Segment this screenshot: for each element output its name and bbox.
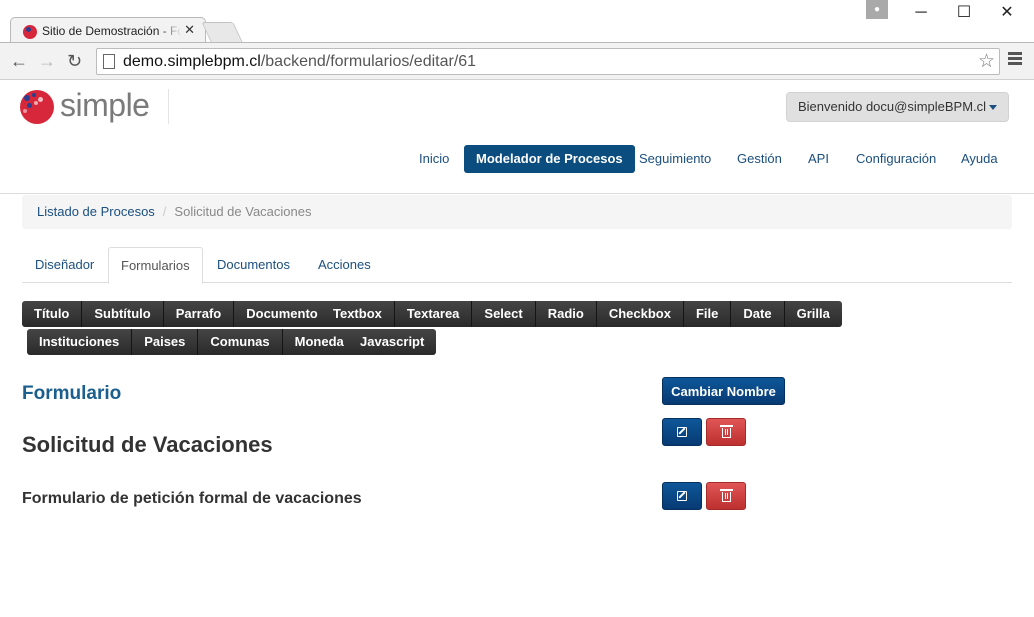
- add-paises-button[interactable]: Paises: [132, 329, 199, 355]
- new-tab-button[interactable]: [201, 22, 243, 42]
- add-radio-button[interactable]: Radio: [535, 301, 597, 327]
- trash-icon: [719, 425, 733, 438]
- nav-divider: [0, 193, 1034, 194]
- browser-tab[interactable]: Sitio de Demostración - Formularios ✕: [10, 17, 206, 43]
- add-titulo-button[interactable]: Título: [22, 301, 83, 327]
- page-content: simple Bienvenido docu@simpleBPM.cl Inic…: [0, 80, 1034, 617]
- nav-ayuda[interactable]: Ayuda: [961, 145, 998, 173]
- nav-api[interactable]: API: [808, 145, 829, 173]
- page-icon: [103, 54, 115, 69]
- add-select-button[interactable]: Select: [472, 301, 536, 327]
- browser-menu-icon[interactable]: [1008, 52, 1022, 67]
- breadcrumb: Listado de Procesos / Solicitud de Vacacio…: [22, 195, 1012, 229]
- tab-title: Sitio de Demostración - Formularios: [42, 24, 182, 38]
- form-element-title: Solicitud de Vacaciones: [22, 432, 273, 457]
- add-checkbox-button[interactable]: Checkbox: [596, 301, 684, 327]
- url-text[interactable]: demo.simplebpm.cl/backend/formularios/ed…: [123, 53, 476, 71]
- process-tabs: Diseñador Formularios Documentos Accione…: [22, 247, 1012, 284]
- tab-acciones[interactable]: Acciones: [306, 247, 383, 283]
- form-element-subtitle: Formulario de petición formal de vacacio…: [22, 490, 362, 507]
- favicon-icon: [23, 25, 37, 39]
- forward-arrow-icon[interactable]: →: [38, 51, 56, 72]
- close-tab-icon[interactable]: ✕: [184, 22, 195, 38]
- edit-icon: [677, 491, 687, 501]
- breadcrumb-link[interactable]: Listado de Procesos: [37, 204, 155, 219]
- rename-form-button[interactable]: Cambiar Nombre: [662, 377, 785, 405]
- add-instituciones-button[interactable]: Instituciones: [27, 329, 133, 355]
- user-profile-icon[interactable]: ●: [866, 0, 888, 19]
- back-arrow-icon[interactable]: ←: [10, 51, 28, 72]
- nav-seguimiento[interactable]: Seguimiento: [639, 145, 711, 173]
- delete-title-button[interactable]: [706, 418, 746, 446]
- add-file-button[interactable]: File: [683, 301, 732, 327]
- add-documento-button[interactable]: Documento: [234, 301, 330, 327]
- logo-divider: [168, 89, 169, 124]
- edit-icon: [677, 427, 687, 437]
- edit-subtitle-button[interactable]: [662, 482, 702, 510]
- breadcrumb-current: Solicitud de Vacaciones: [174, 204, 312, 219]
- add-javascript-button[interactable]: Javascript: [348, 329, 437, 355]
- add-date-button[interactable]: Date: [731, 301, 785, 327]
- component-group-script: Javascript: [348, 329, 437, 355]
- delete-subtitle-button[interactable]: [706, 482, 746, 510]
- nav-gestion[interactable]: Gestión: [737, 145, 782, 173]
- add-subtitulo-button[interactable]: Subtítulo: [82, 301, 164, 327]
- logo-mark-icon: [20, 90, 54, 124]
- add-comunas-button[interactable]: Comunas: [198, 329, 283, 355]
- logo[interactable]: simple: [20, 87, 160, 125]
- nav-inicio[interactable]: Inicio: [419, 145, 449, 173]
- close-window-button[interactable]: ✕: [997, 3, 1017, 23]
- reload-icon[interactable]: ↻: [67, 51, 82, 72]
- user-menu-button[interactable]: Bienvenido docu@simpleBPM.cl: [786, 92, 1010, 122]
- caret-down-icon: [989, 105, 998, 111]
- bookmark-star-icon[interactable]: ☆: [978, 50, 995, 73]
- component-group-lists: Instituciones Paises Comunas Moneda: [27, 329, 356, 355]
- trash-icon: [719, 489, 733, 502]
- browser-toolbar: ← → ↻ demo.simplebpm.cl/backend/formular…: [0, 42, 1034, 80]
- minimize-button[interactable]: ─: [911, 3, 931, 23]
- tab-formularios[interactable]: Formularios: [108, 247, 203, 284]
- edit-title-button[interactable]: [662, 418, 702, 446]
- form-heading: Formulario: [22, 383, 122, 404]
- component-group-inputs: Textbox Textarea Select Radio Checkbox F…: [321, 301, 842, 327]
- tab-disenador[interactable]: Diseñador: [23, 247, 106, 283]
- browser-titlebar: Sitio de Demostración - Formularios ✕ ● …: [0, 0, 1034, 43]
- maximize-button[interactable]: ☐: [954, 3, 974, 23]
- breadcrumb-separator: /: [162, 204, 167, 219]
- add-textarea-button[interactable]: Textarea: [394, 301, 473, 327]
- nav-modelador-de-procesos[interactable]: Modelador de Procesos: [464, 145, 635, 173]
- add-parrafo-button[interactable]: Parrafo: [163, 301, 235, 327]
- tab-documentos[interactable]: Documentos: [205, 247, 302, 283]
- welcome-text: Bienvenido docu@simpleBPM.cl: [798, 99, 987, 114]
- component-group-text: Título Subtítulo Parrafo Documento: [22, 301, 330, 327]
- address-bar[interactable]: demo.simplebpm.cl/backend/formularios/ed…: [96, 48, 1000, 75]
- add-textbox-button[interactable]: Textbox: [321, 301, 395, 327]
- nav-configuracion[interactable]: Configuración: [856, 145, 936, 173]
- add-grilla-button[interactable]: Grilla: [784, 301, 842, 327]
- add-moneda-button[interactable]: Moneda: [282, 329, 356, 355]
- logo-text: simple: [60, 87, 150, 123]
